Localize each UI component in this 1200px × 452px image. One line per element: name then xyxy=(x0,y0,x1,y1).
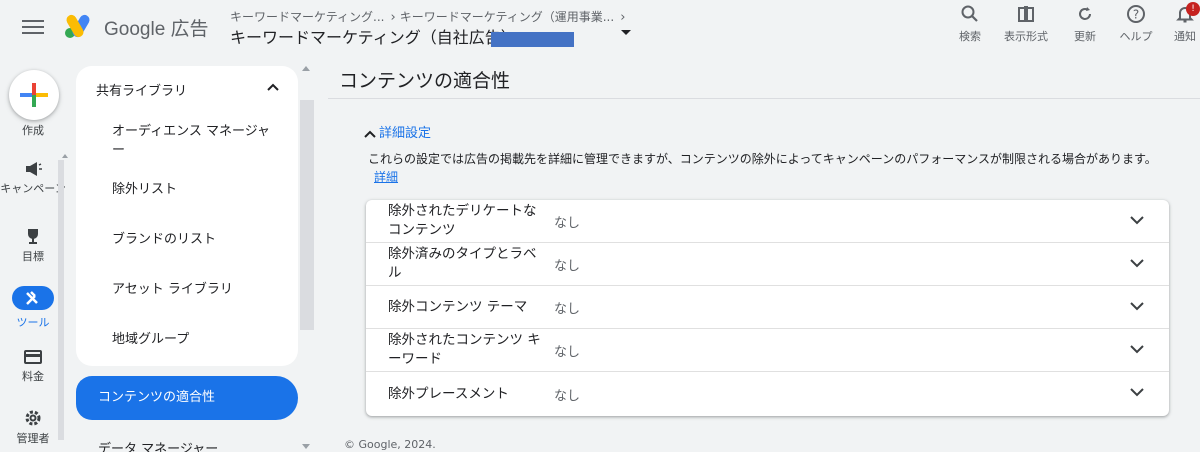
chevron-right-icon: › xyxy=(390,10,396,25)
rail-item-label: キャンペーン xyxy=(0,182,66,195)
subnav-scrollbar[interactable] xyxy=(300,100,314,330)
subnav-item-content-suitability[interactable]: コンテンツの適合性 xyxy=(76,376,298,420)
subnav-item-data-manager[interactable]: データ マネージャー xyxy=(98,438,218,452)
setting-row[interactable]: 除外されたデリケートなコンテンツ なし xyxy=(366,200,1169,243)
tools-active-pill xyxy=(12,286,54,310)
chevron-down-icon[interactable] xyxy=(1129,386,1145,398)
subnav-item-asset-library[interactable]: アセット ライブラリ xyxy=(112,280,282,299)
svg-text:?: ? xyxy=(1133,8,1139,22)
rail-item-billing[interactable]: 料金 xyxy=(0,348,66,384)
rail-item-tools[interactable]: ツール xyxy=(0,286,66,330)
setting-label: 除外されたデリケートなコンテンツ xyxy=(388,203,537,238)
description-text: これらの設定では広告の掲載先を詳細に管理できますが、コンテンツの除外によってキャ… xyxy=(368,152,1157,166)
advanced-settings-toggle[interactable]: 詳細設定 xyxy=(364,122,431,141)
account-selector[interactable]: キーワードマーケティング（自社広告） xyxy=(230,24,517,48)
title-divider xyxy=(328,98,1200,99)
chevron-down-icon[interactable] xyxy=(1129,300,1145,312)
view-format-button[interactable]: 表示形式 xyxy=(1003,4,1049,44)
brand-name: Google 広告 xyxy=(104,19,209,40)
exclusion-settings-panel: 除外されたデリケートなコンテンツ なし 除外済みのタイプとラベル なし 除外コン… xyxy=(366,200,1169,416)
rail-item-label: 管理者 xyxy=(16,432,50,445)
left-navigation-rail: 作成 キャンペーン 目標 ツール 料金 管理者 xyxy=(0,60,66,452)
search-icon xyxy=(961,5,978,22)
gear-icon xyxy=(25,410,41,426)
shared-library-panel: 共有ライブラリ オーディエンス マネージャー 除外リスト ブランドのリスト アセ… xyxy=(76,66,298,366)
setting-row[interactable]: 除外されたコンテンツ キーワード なし xyxy=(366,329,1169,372)
subnav-scroll-down-icon[interactable] xyxy=(302,444,310,449)
setting-row[interactable]: 除外済みのタイプとラベル なし xyxy=(366,243,1169,286)
rail-scroll-up-icon[interactable] xyxy=(62,154,68,158)
breadcrumb: キーワードマーケティング... › キーワードマーケティング（運用事業... › xyxy=(230,8,629,25)
chevron-down-icon[interactable] xyxy=(1129,257,1145,269)
refresh-label: 更新 xyxy=(1074,30,1096,43)
setting-label: 除外済みのタイプとラベル xyxy=(388,246,537,281)
credit-card-icon xyxy=(24,350,42,364)
help-icon: ? xyxy=(1127,5,1145,23)
top-app-bar: Google 広告 キーワードマーケティング... › キーワードマーケティング（運… xyxy=(0,0,1200,60)
setting-label: 除外プレースメント xyxy=(388,385,509,402)
chevron-right-icon: › xyxy=(620,10,626,25)
advanced-settings-label: 詳細設定 xyxy=(379,126,432,141)
chevron-up-icon[interactable] xyxy=(266,82,280,92)
setting-value: なし xyxy=(554,301,581,317)
subnav-item-brand-lists[interactable]: ブランドのリスト xyxy=(112,230,282,249)
rail-item-label: 料金 xyxy=(22,370,44,383)
copyright-footer: © Google, 2024. xyxy=(344,438,436,451)
wrench-icon xyxy=(26,291,38,305)
setting-label: 除外されたコンテンツ キーワード xyxy=(388,332,541,367)
plus-icon xyxy=(20,83,48,107)
search-label: 検索 xyxy=(959,30,981,43)
chevron-down-icon[interactable] xyxy=(1129,343,1145,355)
trophy-icon xyxy=(28,229,38,244)
view-format-label: 表示形式 xyxy=(1004,30,1048,43)
redacted-account-id xyxy=(491,32,574,47)
rail-item-goals[interactable]: 目標 xyxy=(0,226,66,264)
subnav-item-exclusion-lists[interactable]: 除外リスト xyxy=(112,180,282,199)
setting-value: なし xyxy=(554,388,581,404)
subnav-item-audience-manager[interactable]: オーディエンス マネージャー xyxy=(112,122,282,160)
notifications-button[interactable]: ! 通知 xyxy=(1170,2,1200,44)
subnav-item-location-groups[interactable]: 地域グループ xyxy=(112,330,282,349)
create-button[interactable] xyxy=(9,70,59,120)
view-format-icon xyxy=(1018,6,1034,22)
subnav-section-title[interactable]: 共有ライブラリ xyxy=(96,80,187,99)
rail-item-label: ツール xyxy=(16,316,50,329)
setting-row[interactable]: 除外コンテンツ テーマ なし xyxy=(366,286,1169,329)
help-button[interactable]: ? ヘルプ xyxy=(1116,4,1156,44)
rail-item-campaigns[interactable]: キャンペーン xyxy=(0,160,66,196)
notification-badge: ! xyxy=(1186,2,1200,16)
refresh-icon xyxy=(1079,7,1091,20)
details-link[interactable]: 詳細 xyxy=(374,170,398,184)
subnav-scroll-up-icon[interactable] xyxy=(302,66,310,71)
setting-value: なし xyxy=(554,344,581,360)
create-label: 作成 xyxy=(22,124,44,137)
rail-scrollbar[interactable] xyxy=(58,160,64,440)
breadcrumb-item-child[interactable]: キーワードマーケティング（運用事業... xyxy=(400,10,615,24)
settings-description: これらの設定では広告の掲載先を詳細に管理できますが、コンテンツの除外によってキャ… xyxy=(368,150,1158,186)
megaphone-icon xyxy=(26,162,42,176)
setting-value: なし xyxy=(554,258,581,274)
refresh-button[interactable]: 更新 xyxy=(1071,4,1099,44)
setting-row[interactable]: 除外プレースメント なし xyxy=(366,372,1169,416)
rail-item-label: 目標 xyxy=(22,250,44,263)
account-dropdown-icon[interactable] xyxy=(621,30,631,35)
help-label: ヘルプ xyxy=(1119,30,1153,43)
rail-item-admin[interactable]: 管理者 xyxy=(0,408,66,446)
breadcrumb-item-parent[interactable]: キーワードマーケティング... xyxy=(230,10,385,24)
chevron-up-icon xyxy=(364,130,376,138)
search-button[interactable]: 検索 xyxy=(954,4,986,44)
page-title: コンテンツの適合性 xyxy=(339,70,511,92)
notifications-label: 通知 xyxy=(1174,30,1196,43)
chevron-down-icon[interactable] xyxy=(1129,214,1145,226)
main-menu-icon[interactable] xyxy=(22,16,44,38)
google-ads-logo-icon xyxy=(65,14,90,38)
setting-value: なし xyxy=(554,215,581,231)
setting-label: 除外コンテンツ テーマ xyxy=(388,298,528,315)
